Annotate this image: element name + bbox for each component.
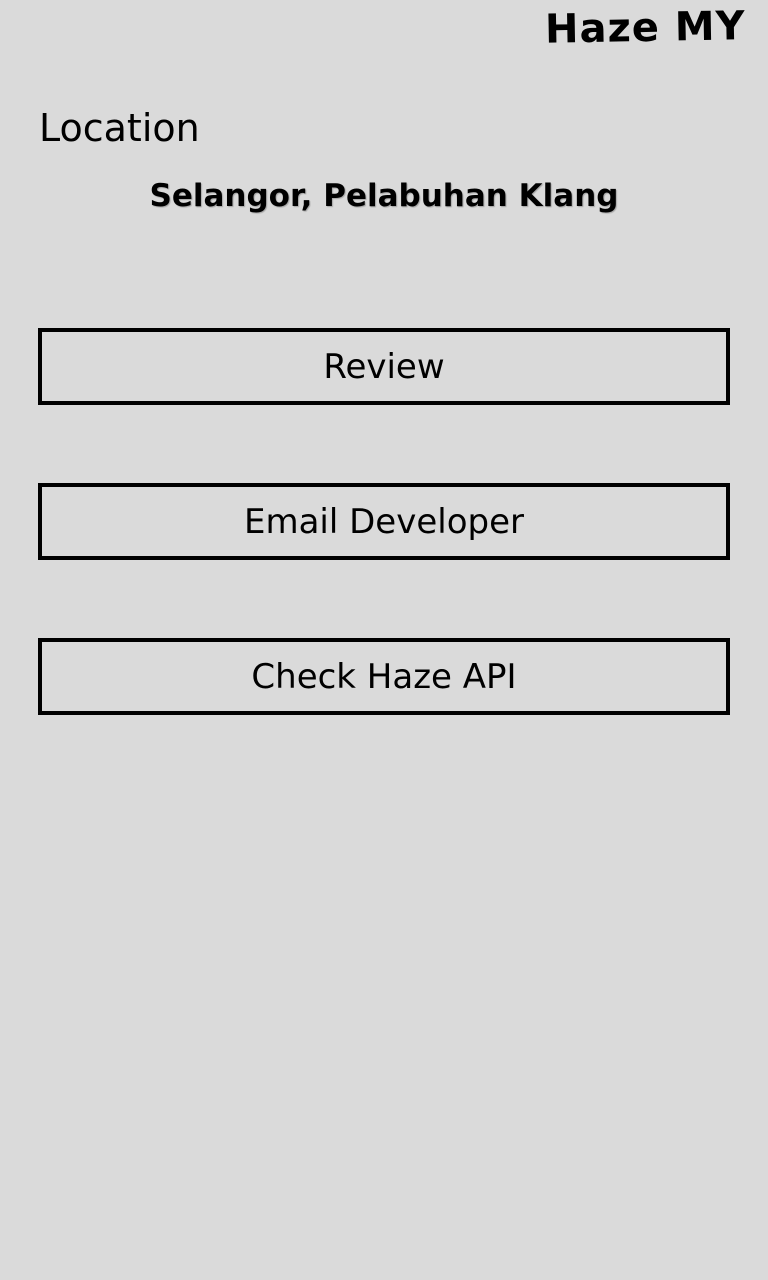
app-screen: { "app": { "title": "Haze MY" }, "locati… — [0, 0, 768, 1280]
email-developer-button-label: Email Developer — [243, 501, 524, 542]
location-value: Selangor, Pelabuhan Klang — [149, 178, 619, 214]
review-button-label: Review — [323, 346, 445, 387]
location-heading: Location — [39, 106, 200, 150]
check-haze-api-button-label: Check Haze API — [251, 656, 517, 697]
email-developer-button[interactable]: Email Developer — [38, 483, 730, 560]
review-button[interactable]: Review — [38, 328, 730, 405]
check-haze-api-button[interactable]: Check Haze API — [38, 638, 730, 715]
app-title: Haze MY — [545, 3, 747, 53]
